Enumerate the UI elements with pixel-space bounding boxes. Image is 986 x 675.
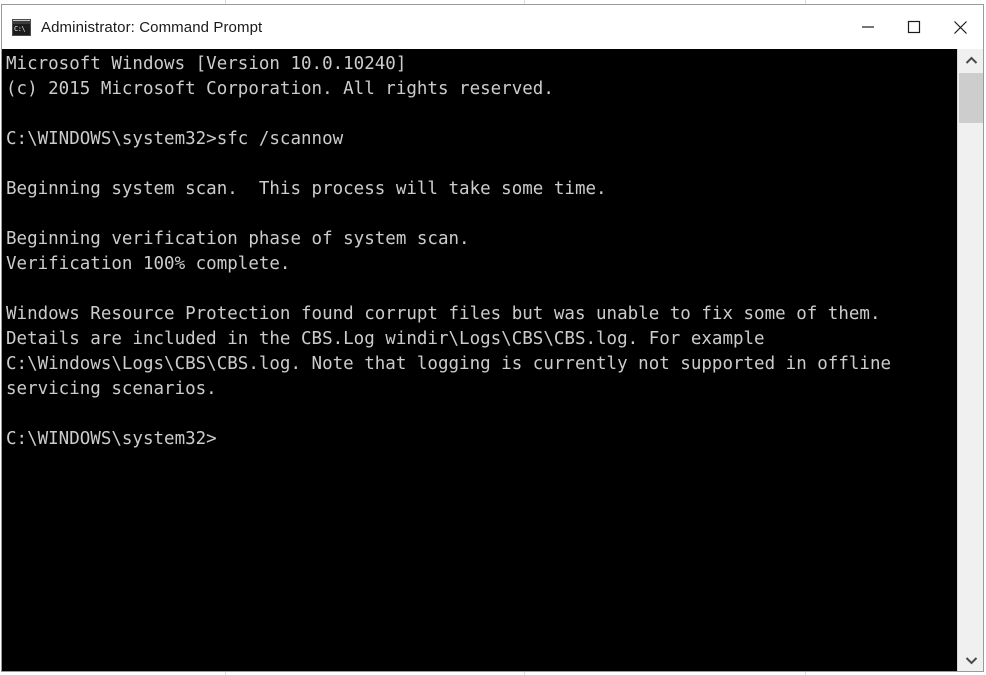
minimize-button[interactable] [845, 5, 891, 49]
console-output[interactable]: Microsoft Windows [Version 10.0.10240] (… [2, 49, 957, 671]
title-bar[interactable]: Administrator: Command Prompt [2, 5, 983, 49]
window-title: Administrator: Command Prompt [41, 18, 263, 36]
command-prompt-window: Administrator: Command Prompt Microsof [1, 4, 984, 672]
chevron-down-icon[interactable] [958, 649, 983, 671]
command-prompt-icon [12, 18, 31, 36]
scrollbar-thumb[interactable] [959, 73, 983, 123]
window-controls [845, 5, 983, 49]
chevron-up-icon[interactable] [958, 49, 983, 71]
maximize-button[interactable] [891, 5, 937, 49]
vertical-scrollbar[interactable] [957, 49, 983, 671]
console-area: Microsoft Windows [Version 10.0.10240] (… [2, 49, 983, 671]
close-button[interactable] [937, 5, 983, 49]
